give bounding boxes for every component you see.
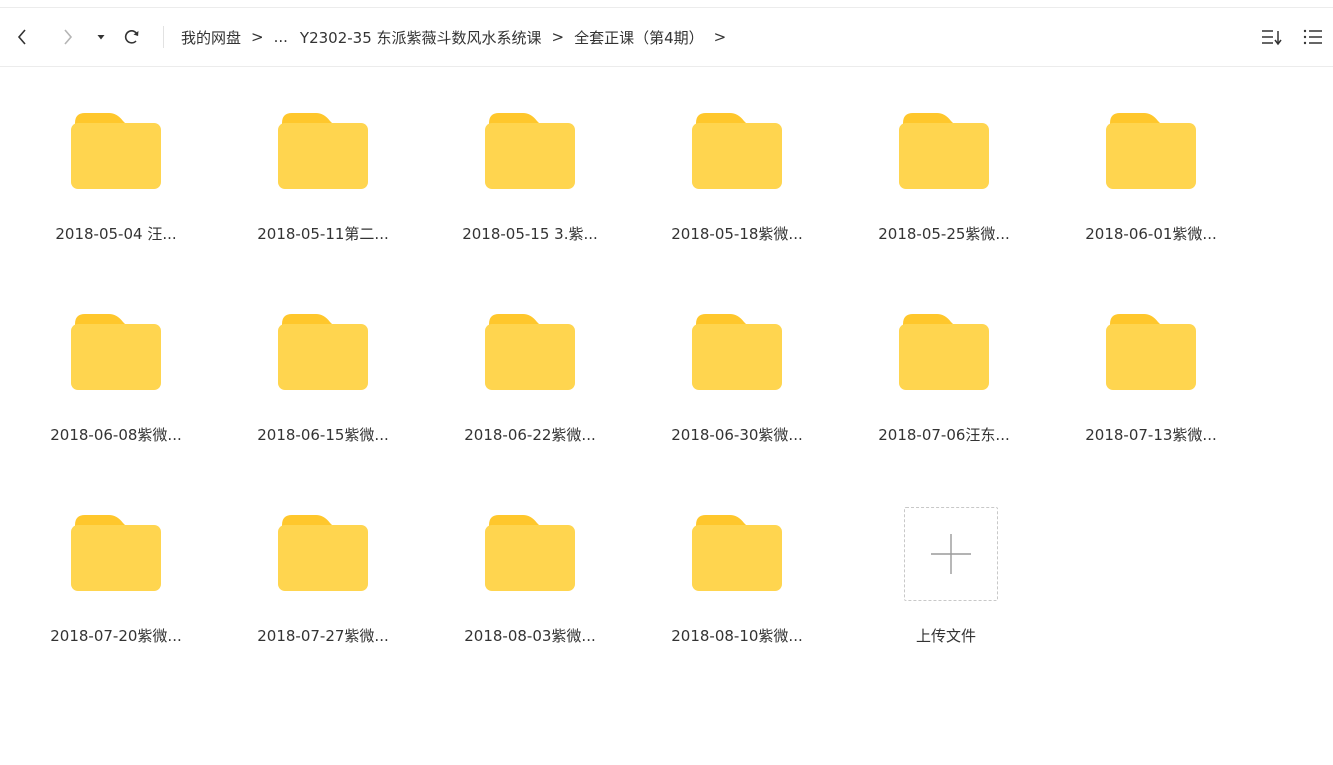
folder-icon (899, 113, 989, 189)
history-dropdown-button[interactable] (94, 25, 108, 49)
toolbar-divider (163, 26, 164, 48)
folder-name: 2018-06-15紫微... (257, 426, 389, 444)
folder-name: 2018-05-18紫微... (671, 225, 803, 243)
folder-name: 2018-06-08紫微... (50, 426, 182, 444)
breadcrumb-separator: > (551, 28, 565, 46)
folder-item[interactable]: 2018-06-08紫微... (21, 306, 211, 456)
folder-icon (485, 113, 575, 189)
refresh-button[interactable] (122, 25, 142, 49)
folder-name: 2018-07-06汪东... (878, 426, 1010, 444)
list-view-button[interactable] (1301, 25, 1325, 49)
toolbar: 我的网盘 > ... Y2302-35 东派紫薇斗数风水系统课 > 全套正课（第… (0, 7, 1333, 67)
folder-icon (71, 515, 161, 591)
folder-item[interactable]: 2018-06-01紫微... (1056, 105, 1246, 255)
sort-button[interactable] (1260, 25, 1284, 49)
folder-icon (71, 113, 161, 189)
upload-label: 上传文件 (915, 627, 976, 645)
folder-name: 2018-07-13紫微... (1085, 426, 1217, 444)
folder-item[interactable]: 2018-07-06汪东... (849, 306, 1039, 456)
folder-name: 2018-06-01紫微... (1085, 225, 1217, 243)
folder-name: 2018-05-15 3.紫... (462, 225, 598, 243)
folder-item[interactable]: 2018-07-27紫微... (228, 507, 418, 657)
chevron-right-icon (64, 29, 73, 45)
folder-item[interactable]: 2018-06-22紫微... (435, 306, 625, 456)
folder-item[interactable]: 2018-08-03紫微... (435, 507, 625, 657)
folder-icon (1106, 113, 1196, 189)
folder-item[interactable]: 2018-05-18紫微... (642, 105, 832, 255)
plus-icon (931, 534, 971, 574)
folder-icon (278, 515, 368, 591)
folder-item[interactable]: 2018-06-15紫微... (228, 306, 418, 456)
folder-icon (1106, 314, 1196, 390)
upload-button[interactable] (904, 507, 998, 601)
folder-name: 2018-06-22紫微... (464, 426, 596, 444)
folder-item[interactable]: 2018-07-13紫微... (1056, 306, 1246, 456)
list-view-icon (1303, 29, 1322, 45)
folder-icon (278, 113, 368, 189)
folder-icon (692, 314, 782, 390)
folder-item[interactable]: 2018-05-15 3.紫... (435, 105, 625, 255)
breadcrumb: 我的网盘 > ... Y2302-35 东派紫薇斗数风水系统课 > 全套正课（第… (181, 26, 736, 48)
folder-item[interactable]: 2018-05-25紫微... (849, 105, 1039, 255)
breadcrumb-item-root[interactable]: 我的网盘 (181, 27, 241, 48)
breadcrumb-separator: > (713, 28, 727, 46)
breadcrumb-item-current[interactable]: 全套正课（第4期） (574, 27, 704, 48)
folder-name: 2018-05-25紫微... (878, 225, 1010, 243)
refresh-icon (124, 30, 139, 44)
folder-icon (485, 515, 575, 591)
breadcrumb-separator: > (251, 28, 264, 46)
folder-item[interactable]: 2018-08-10紫微... (642, 507, 832, 657)
breadcrumb-item-course[interactable]: Y2302-35 东派紫薇斗数风水系统课 (300, 27, 542, 48)
breadcrumb-item-ellipsis[interactable]: ... (274, 28, 288, 46)
folder-name: 2018-08-10紫微... (671, 627, 803, 645)
upload-file-tile[interactable]: 上传文件 (849, 507, 1039, 657)
folder-name: 2018-07-20紫微... (50, 627, 182, 645)
folder-name: 2018-06-30紫微... (671, 426, 803, 444)
folder-icon (692, 113, 782, 189)
folder-item[interactable]: 2018-07-20紫微... (21, 507, 211, 657)
folder-item[interactable]: 2018-05-04 汪... (21, 105, 211, 255)
folder-item[interactable]: 2018-05-11第二... (228, 105, 418, 255)
forward-button[interactable] (58, 25, 78, 49)
folder-icon (485, 314, 575, 390)
folder-name: 2018-05-11第二... (257, 225, 389, 243)
folder-icon (899, 314, 989, 390)
folder-name: 2018-08-03紫微... (464, 627, 596, 645)
folder-name: 2018-07-27紫微... (257, 627, 389, 645)
folder-name: 2018-05-04 汪... (55, 225, 177, 243)
dropdown-arrow-icon (97, 35, 105, 40)
folder-icon (71, 314, 161, 390)
folder-icon (278, 314, 368, 390)
back-button[interactable] (12, 25, 32, 49)
folder-item[interactable]: 2018-06-30紫微... (642, 306, 832, 456)
chevron-left-icon (17, 29, 26, 45)
sort-icon (1262, 30, 1282, 46)
folder-icon (692, 515, 782, 591)
